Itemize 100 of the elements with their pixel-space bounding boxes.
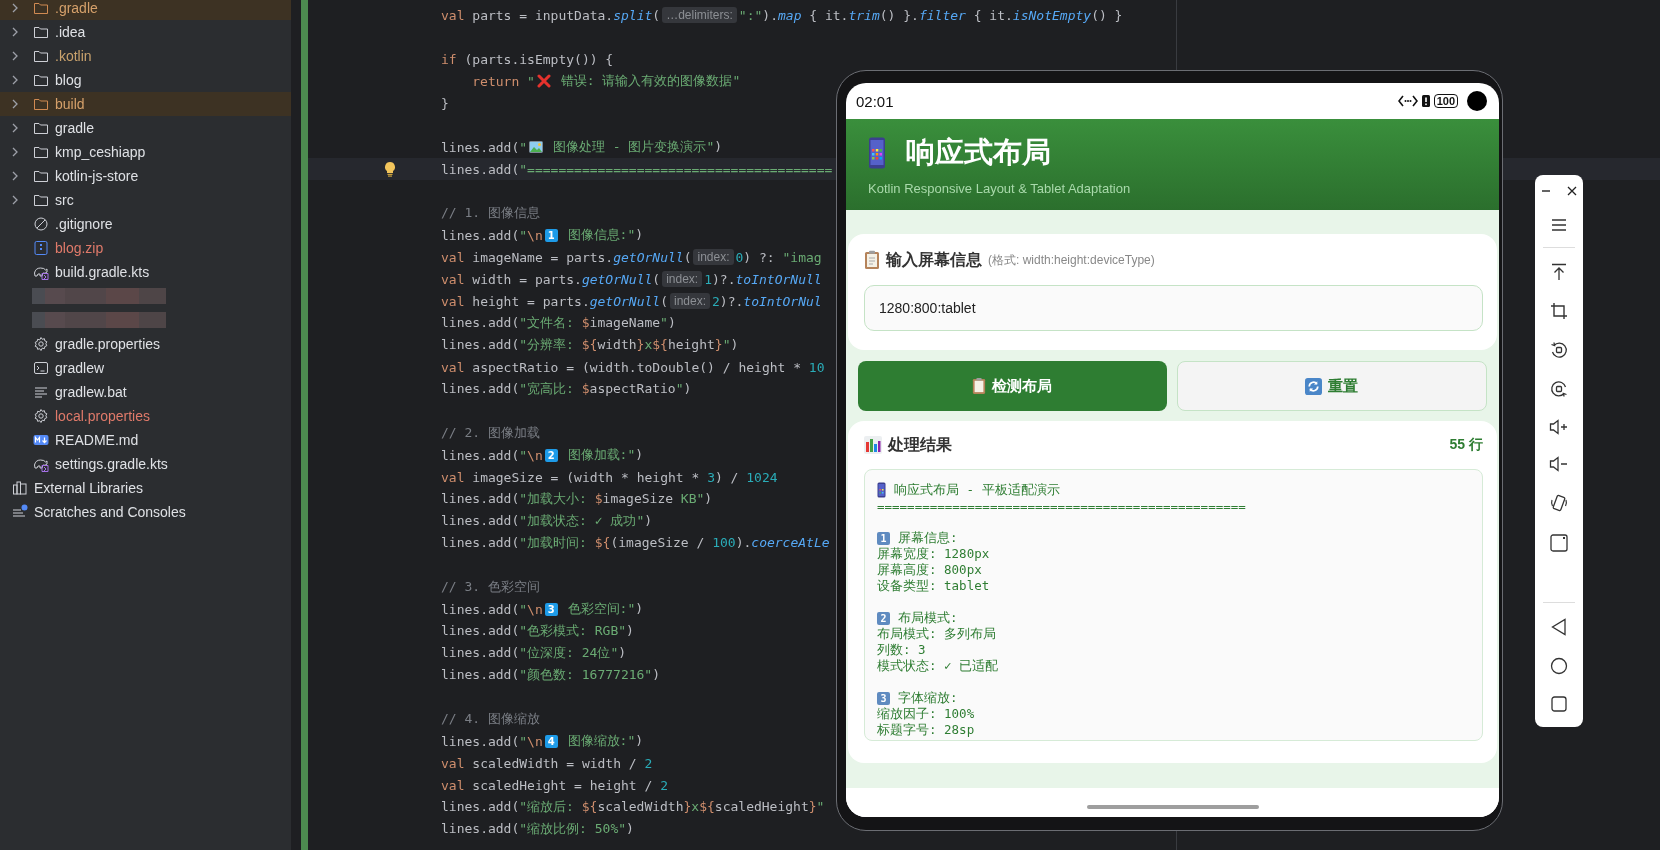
output-line: 模式状态: ✓ 已适配 xyxy=(877,657,999,675)
code-text: } xyxy=(441,95,449,111)
folder-icon xyxy=(33,24,49,40)
code-text: lines.add("缩放后: ${scaledWidth}x${scaledHeight}" xyxy=(441,798,825,816)
folder-icon xyxy=(33,168,49,184)
refresh-icon xyxy=(1305,377,1323,395)
chevron-icon[interactable] xyxy=(11,99,19,109)
phone-icon xyxy=(877,482,886,498)
code-text: val parts = inputData.split( xyxy=(441,7,661,23)
tree-item[interactable]: .kotlin xyxy=(55,48,92,64)
folder-icon xyxy=(33,0,49,16)
tree-item[interactable]: src xyxy=(55,192,74,208)
input-field[interactable]: 1280:800:tablet xyxy=(864,285,1483,331)
tree-item[interactable]: gradle.properties xyxy=(55,336,161,352)
cross-icon xyxy=(536,74,551,88)
chevron-icon[interactable] xyxy=(11,27,19,37)
tree-item[interactable]: build.gradle.kts xyxy=(55,264,150,280)
code-text: lines.add("加载时间: ${(imageSize / 100).coerceAtLe xyxy=(441,534,830,552)
tree-item[interactable]: blog xyxy=(55,72,82,88)
tree-item[interactable]: Scratches and Consoles xyxy=(34,504,186,520)
tree-item[interactable]: gradle xyxy=(55,120,94,136)
rotate-right-icon[interactable] xyxy=(1550,380,1568,398)
code-text: 2)?.toIntOrNul xyxy=(712,293,822,309)
tree-item[interactable]: .gitignore xyxy=(55,216,113,232)
number-badge: 3 xyxy=(544,602,558,616)
code-text: val imageSize = (width * height * 3) / 1024 xyxy=(441,469,778,485)
code-text: 图像处理 - 图片变换演示") xyxy=(551,138,723,156)
tree-item[interactable]: settings.gradle.kts xyxy=(55,456,168,472)
inlay-hint: index: xyxy=(693,249,734,265)
chevron-icon[interactable] xyxy=(11,51,19,61)
code-text: lines.add("颜色数: 16777216") xyxy=(441,666,661,684)
tree-item[interactable]: gradlew xyxy=(55,360,105,376)
output-line: 列数: 3 xyxy=(877,641,926,659)
landscape-icon xyxy=(529,140,544,154)
number-badge: 1 xyxy=(544,228,558,242)
shake-device-icon[interactable] xyxy=(1550,493,1568,513)
tree-item[interactable]: kotlin-js-store xyxy=(55,168,139,184)
chevron-icon[interactable] xyxy=(11,75,19,85)
prohibited-icon xyxy=(33,216,49,232)
recents-icon[interactable] xyxy=(1551,696,1567,712)
output-line: 响应式布局 - 平板适配演示 xyxy=(894,481,1060,499)
chevron-icon[interactable] xyxy=(11,123,19,133)
folder-icon xyxy=(33,72,49,88)
code-text: lines.add("======================================= xyxy=(441,161,833,177)
tree-item[interactable]: blog.zip xyxy=(55,240,104,256)
code-text: lines.add("加载状态: ✓ 成功") xyxy=(441,512,653,530)
home-icon[interactable] xyxy=(1550,657,1568,675)
code-text: lines.add("\n xyxy=(441,447,543,463)
inlay-hint: …delimiters: xyxy=(662,7,737,23)
home-indicator[interactable] xyxy=(1086,804,1259,809)
output-line: ================================================= xyxy=(877,498,1246,514)
code-brackets-icon xyxy=(1397,95,1418,107)
tree-item[interactable]: build xyxy=(55,96,85,112)
lightbulb-icon[interactable] xyxy=(384,161,396,177)
output-line: 屏幕信息: xyxy=(898,529,958,547)
detect-button[interactable]: 检测布局 xyxy=(858,361,1167,411)
code-text: lines.add("\n xyxy=(441,601,543,617)
volume-up-icon[interactable] xyxy=(1549,419,1569,435)
tree-item[interactable]: local.properties xyxy=(55,408,150,424)
back-icon[interactable] xyxy=(1551,618,1567,636)
chevron-icon[interactable] xyxy=(11,195,19,205)
tree-item[interactable]: External Libraries xyxy=(34,480,143,496)
crop-icon[interactable] xyxy=(1550,302,1568,320)
tree-item[interactable]: .idea xyxy=(55,24,86,40)
code-text: 图像信息:") xyxy=(566,226,644,244)
tree-item[interactable]: README.md xyxy=(55,432,139,448)
code-text: ":").map { it.trim() }.filter { it.isNotEmpty() } xyxy=(738,7,1123,23)
upload-arrow-icon[interactable] xyxy=(1551,263,1567,281)
folder-icon xyxy=(33,96,49,112)
gradle-file-icon xyxy=(33,264,49,280)
chevron-icon[interactable] xyxy=(11,171,19,181)
status-time: 02:01 xyxy=(856,92,894,110)
screenshot-icon[interactable] xyxy=(1550,534,1568,552)
archive-icon xyxy=(33,240,49,256)
code-text: lines.add("加载大小: $imageSize KB") xyxy=(441,490,713,508)
code-text: // 1. 图像信息 xyxy=(441,204,540,222)
tree-item[interactable]: .gradle xyxy=(55,0,98,16)
code-text: // 4. 图像缩放 xyxy=(441,710,540,728)
gear-icon xyxy=(33,408,49,424)
code-text: val scaledWidth = width / 2 xyxy=(441,755,653,771)
chevron-icon[interactable] xyxy=(11,3,19,13)
code-text: // 2. 图像加载 xyxy=(441,424,540,442)
number-badge: 2 xyxy=(877,611,890,625)
camera-cutout xyxy=(1467,91,1487,111)
volume-down-icon[interactable] xyxy=(1549,456,1569,472)
gear-icon xyxy=(33,336,49,352)
menu-icon[interactable] xyxy=(1551,218,1567,232)
code-text: return " xyxy=(472,73,535,89)
number-badge: 3 xyxy=(877,691,890,705)
chevron-icon[interactable] xyxy=(11,147,19,157)
rotate-left-icon[interactable] xyxy=(1550,341,1568,359)
code-text: lines.add("\n xyxy=(441,733,543,749)
tree-item[interactable]: kmp_ceshiapp xyxy=(55,144,146,160)
code-text: lines.add("位深度: 24位") xyxy=(441,644,627,662)
reset-button[interactable]: 重置 xyxy=(1176,361,1487,411)
output-line: 缩放因子: 100% xyxy=(877,705,975,723)
code-text: // 3. 色彩空间 xyxy=(441,578,540,596)
code-text: 1)?.toIntOrNull xyxy=(704,271,822,287)
tree-item[interactable]: gradlew.bat xyxy=(55,384,127,400)
close-icon[interactable] xyxy=(1566,185,1578,197)
